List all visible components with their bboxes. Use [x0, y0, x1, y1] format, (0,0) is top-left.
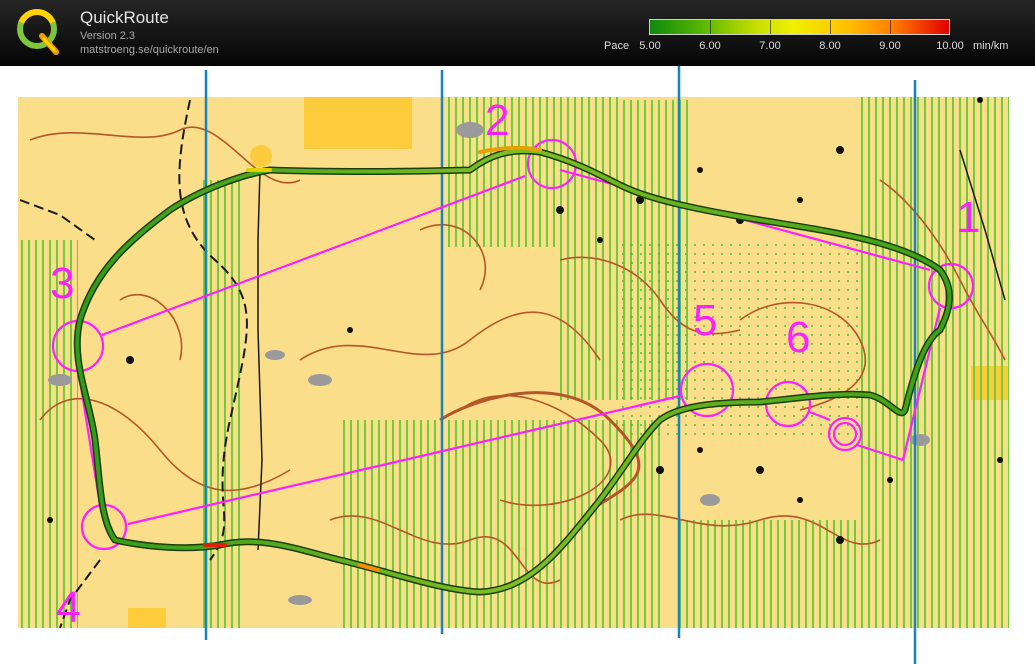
boulder [797, 497, 803, 503]
control-number-4: 4 [56, 583, 80, 632]
app-title: QuickRoute [80, 8, 169, 27]
app-url[interactable]: matstroeng.se/quickroute/en [80, 44, 219, 56]
pace-scale-tick [830, 20, 831, 34]
rough-open-area [250, 145, 272, 167]
rock-area [265, 350, 285, 360]
pace-scale-tick [770, 20, 771, 34]
rock-area [700, 494, 720, 506]
pace-color-scale [649, 19, 950, 35]
boulder [656, 466, 664, 474]
vegetation-stripes [860, 97, 1009, 628]
control-number-2: 2 [485, 96, 509, 145]
dot-pattern [620, 240, 860, 440]
pace-unit: min/km [973, 40, 1009, 52]
boulder [887, 477, 893, 483]
boulder [977, 97, 983, 103]
boulder [997, 457, 1003, 463]
pace-value-6: 6.00 [699, 40, 721, 52]
pace-scale-tick [890, 20, 891, 34]
boulder [47, 517, 53, 523]
pace-value-7: 7.00 [759, 40, 781, 52]
rock-area [308, 374, 332, 386]
boulder [597, 237, 603, 243]
boulder [836, 146, 844, 154]
rock-area [456, 122, 484, 138]
boulder [797, 197, 803, 203]
vegetation-stripes [680, 520, 860, 628]
boulder [836, 536, 844, 544]
control-number-3: 3 [50, 259, 74, 308]
rough-open-area [304, 97, 412, 149]
quickroute-logo-icon [17, 9, 59, 55]
orienteering-map[interactable]: 1 2 3 4 5 6 [0, 66, 1035, 664]
pace-value-5: 5.00 [639, 40, 661, 52]
boulder [556, 206, 564, 214]
rock-area [910, 434, 930, 446]
boulder [126, 356, 134, 364]
boulder [697, 447, 703, 453]
pace-value-10: 10.00 [936, 40, 964, 52]
rock-area [288, 595, 312, 605]
boulder [347, 327, 353, 333]
rough-open-area [128, 608, 166, 628]
pace-value-8: 8.00 [819, 40, 841, 52]
vegetation-stripes [340, 420, 660, 628]
boulder [756, 466, 764, 474]
app-header: QuickRoute Version 2.3 matstroeng.se/qui… [0, 0, 1035, 66]
rock-area [48, 374, 72, 386]
pace-legend-label: Pace [604, 40, 630, 52]
control-number-5: 5 [693, 296, 717, 345]
pace-scale-tick [710, 20, 711, 34]
app-version: Version 2.3 [80, 30, 136, 42]
pace-value-9: 9.00 [879, 40, 901, 52]
control-number-6: 6 [786, 313, 810, 362]
boulder [697, 167, 703, 173]
control-number-1: 1 [956, 193, 980, 242]
